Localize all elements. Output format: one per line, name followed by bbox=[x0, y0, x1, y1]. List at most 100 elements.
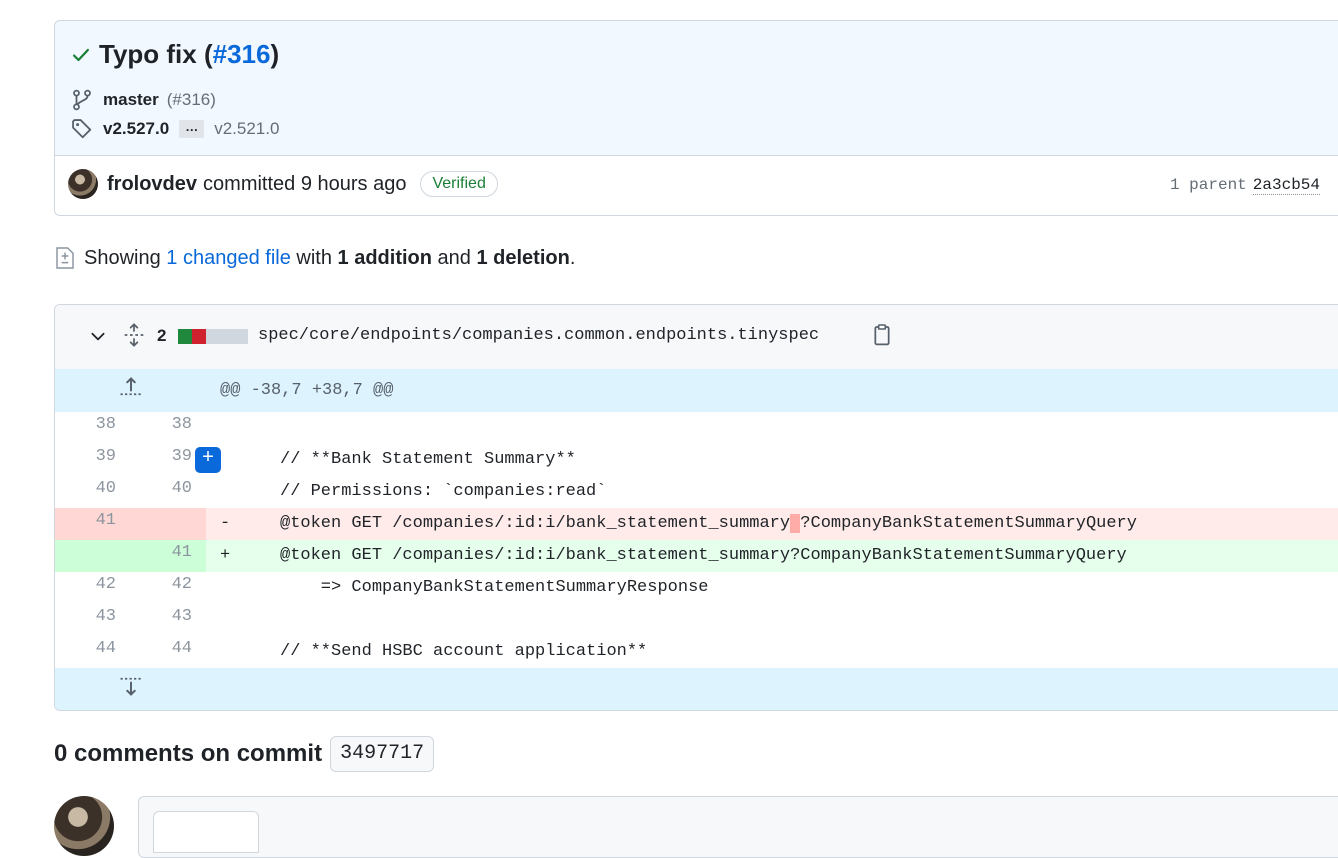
branch-pr-ref[interactable]: (#316) bbox=[167, 90, 216, 110]
diff-line: 44 44 // **Send HSBC account application** bbox=[55, 636, 1338, 668]
code-text: => CompanyBankStatementSummaryResponse bbox=[280, 578, 709, 597]
code-text: // Permissions: `companies:read` bbox=[280, 482, 607, 501]
code-line: - @token GET /companies/:id:i/bank_statem… bbox=[206, 508, 1338, 540]
parent-info: 1 parent 2a3cb54 bbox=[1169, 176, 1320, 195]
new-line-number[interactable]: 42 bbox=[130, 572, 206, 604]
check-icon bbox=[73, 48, 89, 61]
old-line-number[interactable]: 44 bbox=[55, 636, 130, 668]
tag-oldest[interactable]: v2.521.0 bbox=[214, 119, 279, 139]
code-line: // **Bank Statement Summary** bbox=[206, 444, 1338, 476]
diff-marker: + bbox=[220, 546, 231, 565]
parent-label: 1 parent bbox=[1169, 176, 1247, 194]
commit-author-bar: frolovdev committed 9 hours ago Verified… bbox=[55, 155, 1338, 215]
new-line-number[interactable]: 43 bbox=[130, 604, 206, 636]
hunk-header: @@ -38,7 +38,7 @@ bbox=[206, 369, 1338, 412]
diffstat-block bbox=[220, 329, 234, 344]
chevron-down-icon[interactable] bbox=[89, 327, 107, 345]
author-link[interactable]: frolovdev bbox=[107, 173, 197, 196]
diff-line: 41 - @token GET /companies/:id:i/bank_stat… bbox=[55, 508, 1338, 540]
file-diff-icon bbox=[56, 247, 74, 269]
code-text: ?CompanyBankStatementSummaryQuery bbox=[800, 514, 1137, 533]
deleted-char-highlight bbox=[790, 514, 801, 533]
verified-badge[interactable]: Verified bbox=[420, 171, 498, 197]
author-line: frolovdev committed 9 hours ago Verified bbox=[107, 171, 498, 197]
commit-message: Typo fix (#316) bbox=[99, 39, 280, 69]
old-line-number[interactable]: 38 bbox=[55, 412, 130, 444]
diffstat-block bbox=[178, 329, 192, 344]
branch-row: master (#316) bbox=[71, 89, 216, 111]
diff-summary: Showing 1 changed file with 1 addition a… bbox=[54, 246, 575, 270]
diff-line: 38 38 bbox=[55, 412, 1338, 444]
old-line-number[interactable]: 42 bbox=[55, 572, 130, 604]
tag-icon bbox=[72, 119, 92, 139]
branch-name[interactable]: master bbox=[103, 90, 159, 110]
diff-table: @@ -38,7 +38,7 @@ 38 38 39 39// **Bank Stat… bbox=[55, 369, 1338, 710]
new-line-number[interactable]: 44 bbox=[130, 636, 206, 668]
new-line-number[interactable]: 40 bbox=[130, 476, 206, 508]
avatar[interactable] bbox=[68, 169, 98, 199]
diffstat-bar bbox=[178, 329, 248, 344]
hunk-header-row: @@ -38,7 +38,7 @@ bbox=[55, 369, 1338, 412]
new-line-number[interactable]: 38 bbox=[130, 412, 206, 444]
diff-file: 2 spec/core/endpoints/companies.common.e… bbox=[54, 304, 1338, 711]
expand-down-button[interactable] bbox=[55, 668, 206, 710]
deletions-count: 1 deletion bbox=[476, 246, 570, 269]
comments-title: 0 comments on commit bbox=[54, 740, 323, 767]
diffstat-block bbox=[206, 329, 220, 344]
committed-time: committed 9 hours ago bbox=[203, 172, 407, 195]
commit-title: Typo fix (#316) bbox=[71, 39, 279, 70]
code-text: @token GET /companies/:id:i/bank_stateme… bbox=[280, 546, 1127, 565]
code-line: // **Send HSBC account application** bbox=[206, 636, 1338, 668]
additions-count: 1 addition bbox=[337, 246, 432, 269]
diffstat-block bbox=[192, 329, 206, 344]
fold-down-icon[interactable] bbox=[119, 676, 143, 698]
tab-write[interactable] bbox=[153, 811, 259, 853]
diff-marker: - bbox=[220, 514, 231, 533]
code-text: // **Send HSBC account application** bbox=[280, 642, 648, 661]
plus-icon[interactable]: + bbox=[195, 447, 221, 473]
commit-header: Typo fix (#316) master (#316) v2.527.0 …… bbox=[54, 20, 1338, 216]
old-line-number[interactable]: 39 bbox=[55, 444, 130, 476]
file-path[interactable]: spec/core/endpoints/companies.common.end… bbox=[258, 326, 819, 345]
diff-line: 39 39// **Bank Statement Summary** + bbox=[55, 444, 1338, 476]
pr-link[interactable]: #316 bbox=[213, 39, 271, 69]
tag-latest[interactable]: v2.527.0 bbox=[103, 119, 169, 139]
avatar bbox=[54, 796, 114, 856]
old-line-number[interactable] bbox=[55, 540, 130, 572]
copy-icon[interactable] bbox=[871, 323, 893, 347]
expand-up-button[interactable] bbox=[55, 369, 206, 412]
code-text: // **Bank Statement Summary** bbox=[280, 450, 576, 469]
summary-with: with bbox=[296, 246, 332, 269]
unfold-icon[interactable] bbox=[123, 323, 145, 347]
comments-heading: 0 comments on commit 3497717 bbox=[54, 736, 435, 772]
diffstat-count: 2 bbox=[157, 326, 167, 345]
new-line-number[interactable] bbox=[130, 508, 206, 540]
old-line-number[interactable]: 40 bbox=[55, 476, 130, 508]
diff-line: 40 40 // Permissions: `companies:read` bbox=[55, 476, 1338, 508]
tags-row: v2.527.0 … v2.521.0 bbox=[71, 118, 279, 140]
file-header: 2 spec/core/endpoints/companies.common.e… bbox=[55, 305, 1338, 370]
expand-down-row bbox=[55, 668, 1338, 710]
diffstat-block bbox=[234, 329, 248, 344]
changed-files-link[interactable]: 1 changed file bbox=[166, 247, 291, 270]
comment-form bbox=[138, 796, 1338, 858]
summary-and: and bbox=[437, 246, 471, 269]
old-line-number[interactable]: 41 bbox=[55, 508, 130, 540]
tags-expand-button[interactable]: … bbox=[179, 120, 205, 138]
old-line-number[interactable]: 43 bbox=[55, 604, 130, 636]
parent-sha-link[interactable]: 2a3cb54 bbox=[1252, 176, 1320, 195]
diff-line: 43 43 bbox=[55, 604, 1338, 636]
commit-sha-badge: 3497717 bbox=[330, 736, 435, 772]
code-line: // Permissions: `companies:read` bbox=[206, 476, 1338, 508]
diff-line: 42 42 => CompanyBankStatementSummaryRespo… bbox=[55, 572, 1338, 604]
new-line-number[interactable]: 41 bbox=[130, 540, 206, 572]
diff-line: 41 + @token GET /companies/:id:i/bank_stat… bbox=[55, 540, 1338, 572]
summary-showing: Showing bbox=[84, 246, 161, 269]
expand-down-filler bbox=[206, 668, 1338, 710]
code-line: + @token GET /companies/:id:i/bank_statem… bbox=[206, 540, 1338, 572]
git-branch-icon bbox=[73, 89, 91, 111]
fold-up-icon[interactable] bbox=[119, 375, 143, 397]
code-text: @token GET /companies/:id:i/bank_stateme… bbox=[280, 514, 791, 533]
